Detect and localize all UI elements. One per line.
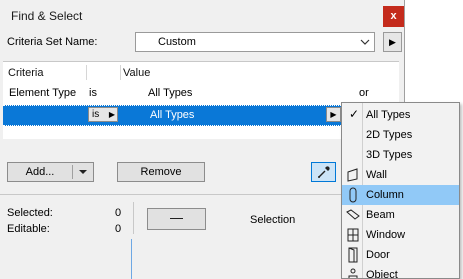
dropdown-arrow-icon[interactable] (78, 163, 88, 188)
menu-item-window[interactable]: Window (342, 225, 459, 245)
play-icon: ▶ (108, 110, 115, 119)
row-criteria: Element Type (9, 87, 77, 99)
menu-item-label: 3D Types (366, 149, 413, 161)
criteria-list: Criteria Value Element Type is All Types… (3, 61, 399, 139)
header-separator (86, 65, 87, 80)
title-bar[interactable]: Find & Select x (0, 0, 404, 30)
menu-item-label: Window (366, 229, 406, 241)
menu-item-3d-types[interactable]: 3D Types (342, 145, 459, 165)
object-icon (346, 267, 360, 278)
play-icon: ▶ (389, 37, 396, 47)
criteria-set-select[interactable]: Custom (135, 32, 375, 52)
selected-row-value: All Types (150, 109, 195, 121)
eyedropper-icon (316, 166, 332, 183)
criteria-set-menu-button[interactable]: ▶ (383, 32, 402, 52)
menu-item-2d-types[interactable]: 2D Types (342, 125, 459, 145)
menu-item-door[interactable]: Door (342, 245, 459, 265)
menu-item-label: Beam (366, 209, 395, 221)
eyedropper-button[interactable] (311, 162, 336, 182)
editable-label: Editable: (7, 223, 50, 235)
criteria-set-value: Custom (158, 36, 196, 48)
remove-button[interactable]: Remove (117, 162, 205, 182)
editable-count: 0 (115, 223, 122, 235)
selected-label: Selected: (7, 207, 53, 219)
split-divider (72, 165, 73, 179)
row-value: All Types (148, 87, 193, 99)
column-header-value: Value (123, 67, 151, 79)
wall-icon (346, 167, 360, 183)
column-icon (346, 187, 360, 203)
operator-value: is (92, 109, 100, 120)
element-type-menu: ✓ All Types 2D Types 3D Types Wall Colum… (341, 102, 460, 279)
menu-item-beam[interactable]: Beam (342, 205, 459, 225)
check-icon: ✓ (349, 107, 360, 121)
canvas-guide-line (131, 239, 132, 279)
add-button-label: Add... (25, 166, 55, 178)
menu-item-label: Object (366, 269, 398, 279)
operator-select[interactable]: is ▶ (88, 107, 118, 122)
deselect-button[interactable]: — (147, 208, 206, 230)
dash-icon: — (170, 210, 183, 225)
column-header-criteria: Criteria (8, 67, 44, 79)
menu-item-all-types[interactable]: ✓ All Types (342, 105, 459, 125)
menu-item-object[interactable]: Object (342, 265, 459, 279)
selected-count: 0 (115, 207, 122, 219)
window-icon (346, 227, 360, 243)
vertical-divider (133, 202, 134, 234)
play-icon: ▶ (330, 110, 337, 119)
row-conjunction: or (359, 87, 369, 99)
menu-item-label: 2D Types (366, 129, 413, 141)
menu-item-label: All Types (366, 109, 411, 121)
add-button[interactable]: Add... (7, 162, 94, 182)
close-icon: x (390, 10, 397, 22)
remove-button-label: Remove (140, 166, 182, 178)
criteria-set-label: Criteria Set Name: (7, 36, 98, 48)
value-menu-button[interactable]: ▶ (326, 107, 341, 122)
menu-item-wall[interactable]: Wall (342, 165, 459, 185)
close-button[interactable]: x (383, 6, 404, 27)
menu-item-label: Wall (366, 169, 387, 181)
menu-item-label: Column (366, 189, 404, 201)
screen: Find & Select x Criteria Set Name: Custo… (0, 0, 463, 279)
selection-label: Selection (250, 214, 296, 226)
dialog-title: Find & Select (11, 9, 83, 23)
menu-item-column[interactable]: Column (342, 185, 459, 205)
row-operator: is (89, 87, 97, 99)
menu-item-label: Door (366, 249, 390, 261)
chevron-down-icon (360, 34, 370, 53)
beam-icon (346, 207, 360, 223)
header-separator (120, 65, 121, 80)
door-icon (346, 247, 360, 263)
